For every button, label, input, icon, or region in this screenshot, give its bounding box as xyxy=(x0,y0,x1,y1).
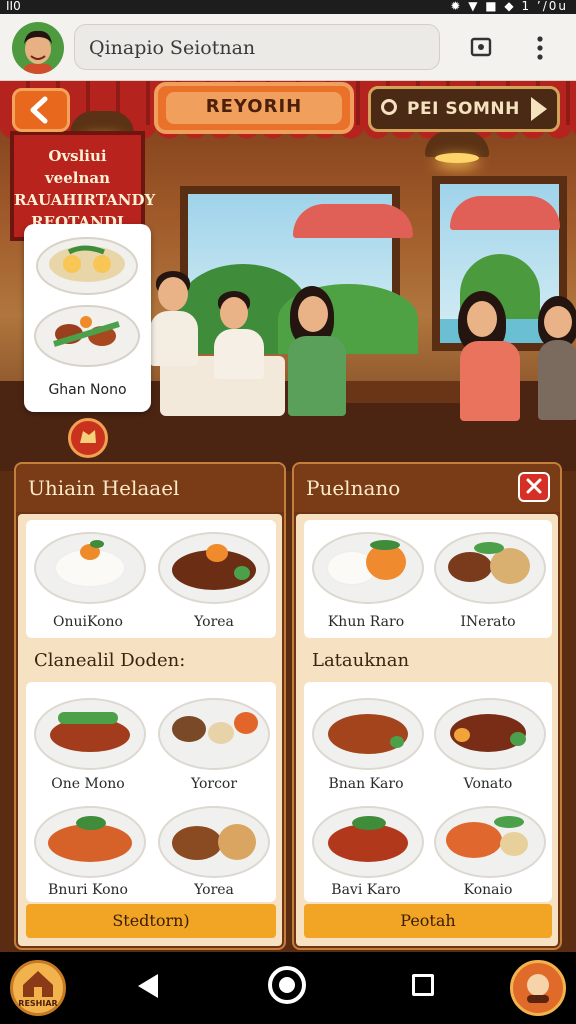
browser-toolbar: Qinapio Seiotnan xyxy=(0,14,576,81)
secondary-action-button[interactable]: PEI SOMNH xyxy=(368,86,560,132)
menu-item-label: INerato xyxy=(460,614,516,630)
more-vert-icon[interactable] xyxy=(530,34,550,62)
panel-title: Uhiain Helaael xyxy=(28,476,180,500)
panel-title: Puelnano xyxy=(306,476,401,500)
home-circle-icon[interactable] xyxy=(268,966,306,1004)
panel-body: Khun Raro INerato Latauknan Bnan Karo Vo… xyxy=(296,514,558,946)
primary-action-label: REYORIH xyxy=(205,96,303,117)
menu-item[interactable] xyxy=(34,800,146,878)
menu-item-label: Yorcor xyxy=(190,776,238,792)
menu-item-label: Khun Raro xyxy=(327,614,405,630)
menu-item[interactable] xyxy=(34,692,146,770)
menu-card: Bnan Karo Vonato Bavi Karo Konaio xyxy=(304,682,552,902)
profile-icon[interactable] xyxy=(510,960,566,1016)
recent-apps-icon[interactable] xyxy=(412,974,434,996)
menu-item-label: OnuiKono xyxy=(53,614,123,630)
system-nav-bar: RESHIAR xyxy=(0,952,576,1024)
radio-icon xyxy=(381,99,397,115)
close-icon xyxy=(526,478,542,494)
menu-item[interactable] xyxy=(158,692,270,770)
menu-item-label: Bnuri Kono xyxy=(48,882,128,898)
avatar-icon[interactable] xyxy=(12,22,64,74)
menu-item[interactable] xyxy=(312,800,424,878)
menu-item-label: Yorea xyxy=(194,614,234,630)
menu-item[interactable] xyxy=(158,526,270,604)
home-button-label: RESHIAR xyxy=(18,999,58,1008)
url-bar[interactable]: Qinapio Seiotnan xyxy=(74,24,440,70)
featured-dish-card[interactable]: Ghan Nono xyxy=(24,224,151,412)
chef-badge-icon[interactable] xyxy=(68,418,108,458)
menu-item[interactable] xyxy=(434,800,546,878)
menu-panel-left: Uhiain Helaael OnuiKono Yorea Clanealil … xyxy=(14,462,286,950)
close-button[interactable] xyxy=(518,472,550,502)
section-title: Clanealil Doden: xyxy=(34,650,186,671)
menu-item-label: Konaio xyxy=(463,882,513,898)
home-button[interactable]: RESHIAR xyxy=(10,960,66,1016)
featured-dish-label: Ghan Nono xyxy=(48,382,127,398)
secondary-action-label: PEI SOMNH xyxy=(407,99,520,119)
menu-card: Khun Raro INerato xyxy=(304,520,552,638)
panel-header: Puelnano xyxy=(294,464,560,512)
menu-item[interactable] xyxy=(34,526,146,604)
status-bar: II0 ✹ ▼ ■ ◆ 1 ’/0u xyxy=(0,0,576,14)
menu-item-label: Yorea xyxy=(194,882,234,898)
hanging-lamp-icon xyxy=(425,131,489,163)
menu-item-label: Vonato xyxy=(463,776,513,792)
tabs-icon[interactable] xyxy=(470,36,492,58)
menu-item[interactable] xyxy=(434,526,546,604)
chevron-left-icon xyxy=(30,96,48,124)
footer-button[interactable]: Stedtorn) xyxy=(26,904,276,938)
back-icon[interactable] xyxy=(138,974,158,998)
menu-item[interactable] xyxy=(434,692,546,770)
back-button[interactable] xyxy=(12,88,70,132)
panel-header: Uhiain Helaael xyxy=(16,464,284,512)
play-icon xyxy=(531,97,547,121)
home-icon xyxy=(23,971,53,997)
section-title: Latauknan xyxy=(312,650,410,671)
menu-item[interactable] xyxy=(158,800,270,878)
menu-item-label: Bavi Karo xyxy=(331,882,401,898)
primary-action-button[interactable]: REYORIH xyxy=(154,82,354,134)
footer-button[interactable]: Peotah xyxy=(304,904,552,938)
status-right: ✹ ▼ ■ ◆ 1 ’/0u xyxy=(450,0,568,13)
menu-item-label: One Mono xyxy=(51,776,125,792)
menu-item-label: Bnan Karo xyxy=(328,776,404,792)
panel-body: OnuiKono Yorea Clanealil Doden: One Mono xyxy=(18,514,282,946)
menu-panel-right: Puelnano Khun Raro INerato Latauknan Bna… xyxy=(292,462,562,950)
menu-card: OnuiKono Yorea xyxy=(26,520,276,638)
menu-card: One Mono Yorcor Bnuri Kono Yorea xyxy=(26,682,276,902)
dish-image xyxy=(34,237,140,367)
status-left: II0 xyxy=(6,0,21,13)
menu-item[interactable] xyxy=(312,692,424,770)
url-text: Qinapio Seiotnan xyxy=(89,37,256,59)
menu-item[interactable] xyxy=(312,526,424,604)
